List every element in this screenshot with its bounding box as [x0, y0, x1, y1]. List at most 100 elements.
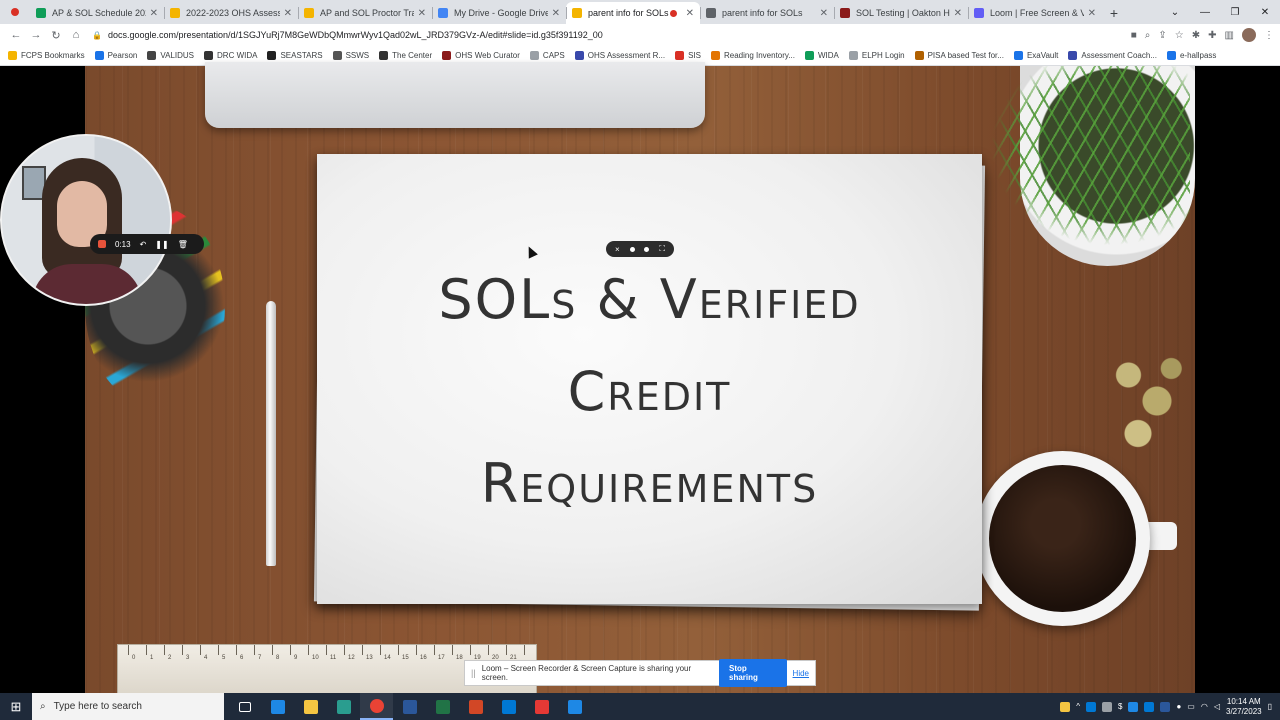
- bookmark-label: WIDA: [818, 51, 839, 60]
- chrome-icon[interactable]: [360, 693, 393, 720]
- volume-icon[interactable]: ◁: [1214, 702, 1220, 711]
- bookmark-item[interactable]: CAPS: [529, 51, 565, 60]
- bookmark-item[interactable]: SSWS: [332, 51, 369, 60]
- bookmark-favicon-icon: [529, 51, 539, 60]
- address-bar[interactable]: 🔒 docs.google.com/presentation/d/1SGJYuR…: [92, 26, 1123, 44]
- window-controls: ⌄ — ❐ ✕: [1160, 0, 1280, 24]
- snagit-editor-icon[interactable]: [558, 693, 591, 720]
- snagit-icon[interactable]: [525, 693, 558, 720]
- chevron-up-icon[interactable]: ^: [1076, 702, 1080, 711]
- extensions-puzzle-icon[interactable]: ✚: [1208, 30, 1216, 41]
- battery-icon[interactable]: ▭: [1187, 702, 1195, 711]
- tab-close-icon[interactable]: ✕: [1088, 8, 1096, 19]
- bookmark-item[interactable]: e-hallpass: [1166, 51, 1216, 60]
- browser-tab[interactable]: Loom | Free Screen & Vid ✕: [968, 2, 1102, 24]
- start-button[interactable]: ⊞: [0, 693, 32, 720]
- tab-close-icon[interactable]: ✕: [686, 8, 694, 19]
- back-icon[interactable]: ←: [6, 29, 26, 41]
- menu-icon[interactable]: ⋮: [1264, 30, 1274, 41]
- bookmark-favicon-icon: [675, 51, 685, 60]
- hide-link[interactable]: Hide: [793, 669, 809, 678]
- home-icon[interactable]: ⌂: [66, 29, 86, 41]
- edge-icon[interactable]: [261, 693, 294, 720]
- bookmark-item[interactable]: OHS Assessment R...: [574, 51, 665, 60]
- bookmark-item[interactable]: The Center: [379, 51, 432, 60]
- dollar-icon[interactable]: $: [1118, 702, 1122, 711]
- bookmark-item[interactable]: SEASTARS: [267, 51, 323, 60]
- bookmark-item[interactable]: SIS: [675, 51, 701, 60]
- tab-close-icon[interactable]: ✕: [418, 8, 426, 19]
- taskbar-search[interactable]: ⌕ Type here to search: [32, 693, 224, 720]
- wifi-icon[interactable]: ◠: [1201, 702, 1208, 711]
- onedrive-icon[interactable]: [1086, 701, 1096, 712]
- bookmark-item[interactable]: Reading Inventory...: [710, 51, 795, 60]
- task-view-icon[interactable]: [228, 693, 261, 720]
- powerpoint-icon[interactable]: [459, 693, 492, 720]
- outlook-icon[interactable]: [492, 693, 525, 720]
- bluetooth-icon[interactable]: [1128, 701, 1139, 712]
- bookmark-item[interactable]: Pearson: [94, 51, 137, 60]
- extension-icon[interactable]: ✱: [1192, 30, 1200, 41]
- next-slide-button[interactable]: [644, 246, 650, 252]
- bookmark-item[interactable]: ExaVault: [1013, 51, 1058, 60]
- camera-icon[interactable]: ■: [1131, 30, 1137, 41]
- browser-tab[interactable]: AP & SOL Schedule 2023 ✕: [30, 2, 164, 24]
- slide-title-line: Credit: [567, 360, 732, 423]
- minimize-button[interactable]: —: [1190, 0, 1220, 24]
- tab-close-icon[interactable]: ✕: [284, 8, 292, 19]
- lock-icon[interactable]: 🔒: [92, 31, 102, 40]
- restore-button[interactable]: ❐: [1220, 0, 1250, 24]
- excel-icon[interactable]: [426, 693, 459, 720]
- stop-sharing-button[interactable]: Stop sharing: [719, 659, 787, 687]
- delete-icon[interactable]: 🗑: [178, 240, 188, 249]
- side-panel-icon[interactable]: ▥: [1225, 30, 1234, 41]
- tray-app-icon[interactable]: [1060, 701, 1071, 712]
- browser-tab[interactable]: 2022-2023 OHS Assessme ✕: [164, 2, 298, 24]
- browser-tab[interactable]: AP and SOL Proctor Train ✕: [298, 2, 432, 24]
- pause-icon[interactable]: ❚❚: [155, 240, 168, 249]
- bookmark-star-icon[interactable]: ☆: [1175, 30, 1184, 41]
- bookmark-item[interactable]: FCPS Bookmarks: [8, 51, 85, 60]
- share-icon[interactable]: ⇪: [1158, 30, 1166, 41]
- tab-close-icon[interactable]: ✕: [150, 8, 158, 19]
- tab-search-icon[interactable]: ⌄: [1160, 0, 1190, 24]
- tab-close-icon[interactable]: ✕: [820, 8, 828, 19]
- bookmark-item[interactable]: ELPH Login: [848, 51, 905, 60]
- bookmark-item[interactable]: DRC WIDA: [204, 51, 257, 60]
- bookmark-item[interactable]: OHS Web Curator: [442, 51, 520, 60]
- close-window-button[interactable]: ✕: [1250, 0, 1280, 24]
- file-explorer-icon[interactable]: [294, 693, 327, 720]
- stop-recording-button[interactable]: [98, 240, 106, 248]
- mail-icon[interactable]: [1102, 701, 1112, 712]
- bookmark-item[interactable]: PISA based Test for...: [914, 51, 1004, 60]
- word-icon[interactable]: [393, 693, 426, 720]
- browser-tab[interactable]: SOL Testing | Oakton Hig ✕: [834, 2, 968, 24]
- notification-icon[interactable]: ▯: [1268, 702, 1272, 711]
- forward-icon[interactable]: →: [26, 29, 46, 41]
- bookmark-item[interactable]: Assessment Coach...: [1068, 51, 1157, 60]
- close-icon[interactable]: ×: [615, 245, 620, 254]
- slideshow-stage: 0 1 2 3 4 5 6 7 8 9 10 11 12 13 14 15 16 17 18 19 20 21 SOLs …: [0, 62, 1280, 696]
- fullscreen-icon[interactable]: ⛶: [659, 244, 665, 254]
- drag-handle-icon[interactable]: ||: [471, 668, 476, 678]
- profile-avatar[interactable]: [1242, 28, 1256, 42]
- tab-close-icon[interactable]: ✕: [954, 8, 962, 19]
- restart-icon[interactable]: ↶: [140, 240, 147, 249]
- browser-tab[interactable]: parent info for SOLs ✕: [700, 2, 834, 24]
- previous-slide-button[interactable]: [629, 246, 635, 252]
- reload-icon[interactable]: ↻: [46, 29, 66, 42]
- webcam-bubble[interactable]: [0, 134, 172, 306]
- bookmark-item[interactable]: WIDA: [805, 51, 839, 60]
- tab-close-icon[interactable]: ✕: [552, 8, 560, 19]
- outlook-tray-icon[interactable]: [1144, 701, 1155, 712]
- bookmark-favicon-icon: [574, 51, 584, 60]
- teams-icon[interactable]: [1160, 701, 1171, 712]
- store-icon[interactable]: [327, 693, 360, 720]
- clock[interactable]: 10:14 AM 3/27/2023: [1226, 697, 1262, 717]
- microphone-icon[interactable]: ●: [1176, 702, 1181, 711]
- browser-tab[interactable]: parent info for SOLs ✕: [566, 2, 700, 24]
- new-tab-button[interactable]: +: [1102, 2, 1126, 24]
- browser-tab[interactable]: My Drive - Google Drive ✕: [432, 2, 566, 24]
- bookmark-item[interactable]: VALIDUS: [147, 51, 194, 60]
- zoom-icon[interactable]: ⌕: [1145, 30, 1151, 41]
